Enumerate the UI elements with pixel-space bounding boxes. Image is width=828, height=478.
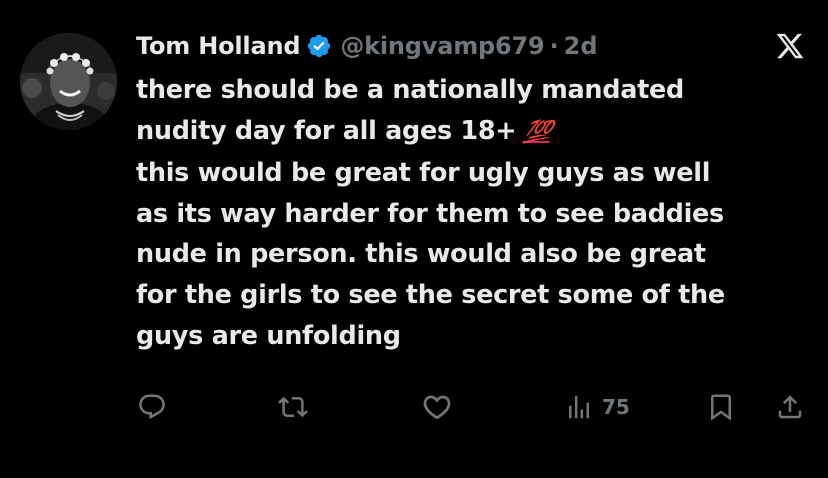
tweet-header: Tom Holland @kingvamp679 · 2d — [136, 28, 598, 64]
bookmark-button[interactable] — [706, 390, 736, 424]
avatar[interactable] — [20, 33, 117, 130]
tweet-text-line: guys are unfolding — [136, 320, 401, 351]
tweet-text-line: for the girls to see the secret some of … — [136, 279, 725, 310]
share-icon — [778, 395, 802, 419]
hundred-points-emoji-icon: 💯 — [522, 119, 554, 145]
retweet-icon — [278, 396, 308, 418]
reply-icon — [139, 394, 165, 420]
retweet-button[interactable] — [278, 390, 308, 424]
author-handle[interactable]: @kingvamp679 — [340, 32, 544, 60]
tweet-actions: 75 — [0, 390, 828, 424]
tweet-card[interactable]: Tom Holland @kingvamp679 · 2d there shou… — [0, 0, 828, 478]
timestamp[interactable]: 2d — [564, 32, 598, 60]
views-button[interactable]: 75 — [564, 390, 630, 424]
author-name[interactable]: Tom Holland — [136, 32, 301, 60]
x-logo-icon[interactable] — [775, 31, 805, 61]
tweet-text-line: there should be a nationally mandated — [136, 75, 684, 105]
reply-button[interactable] — [137, 390, 167, 424]
tweet-text-line: this would be great for ugly guys as wel… — [136, 158, 711, 189]
views-count: 75 — [602, 395, 630, 419]
tweet-text-segment: nudity day for all ages 18+ — [136, 115, 517, 146]
tweet-text-line: nudity day for all ages 18+ 💯 — [136, 111, 816, 154]
share-button[interactable] — [775, 390, 805, 424]
heart-icon — [423, 395, 451, 420]
separator-dot: · — [549, 32, 559, 60]
tweet-text: there should be a nationally mandated nu… — [136, 70, 816, 356]
views-icon — [569, 395, 589, 419]
verified-badge-icon — [306, 33, 332, 59]
tweet-text-line: as its way harder for them to see baddie… — [136, 198, 724, 229]
tweet-text-line: nude in person. this would also be great — [136, 239, 706, 270]
like-button[interactable] — [421, 390, 453, 424]
bookmark-icon — [711, 394, 731, 421]
